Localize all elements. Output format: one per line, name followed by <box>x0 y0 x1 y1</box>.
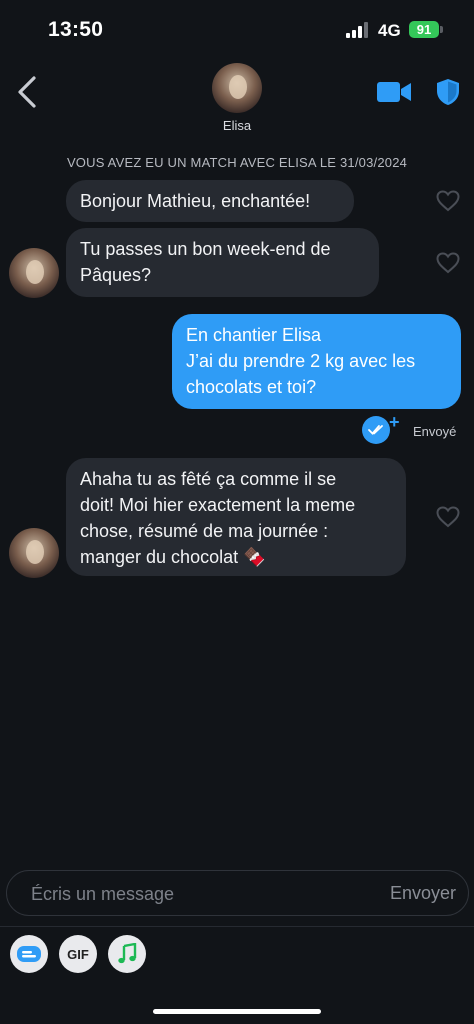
contact-avatar[interactable] <box>212 63 262 113</box>
battery-icon: 91 <box>409 21 439 38</box>
chevron-left-icon <box>18 76 36 108</box>
status-time: 13:50 <box>48 18 104 41</box>
gif-button[interactable]: GIF <box>59 935 97 973</box>
message-input[interactable] <box>29 871 363 917</box>
shield-icon <box>437 79 459 105</box>
signal-icon <box>346 22 372 38</box>
gif-label: GIF <box>67 946 89 962</box>
match-banner: VOUS AVEZ EU UN MATCH AVEC ELISA LE 31/0… <box>66 155 408 170</box>
home-indicator <box>153 1009 321 1014</box>
like-heart-icon[interactable] <box>436 190 460 212</box>
sender-avatar[interactable] <box>9 528 59 578</box>
music-button[interactable] <box>108 935 146 973</box>
delivery-status: Envoyé <box>413 424 457 439</box>
contact-name[interactable]: Elisa <box>0 118 474 133</box>
like-heart-icon[interactable] <box>436 506 460 528</box>
battery-level: 91 <box>416 22 432 37</box>
plus-icon: + <box>389 412 400 432</box>
like-heart-icon[interactable] <box>436 252 460 274</box>
battery-tip <box>440 26 443 33</box>
send-button[interactable]: Envoyer <box>390 883 456 904</box>
back-button[interactable] <box>14 74 44 110</box>
message-bubble-outgoing[interactable]: En chantier Elisa J’ai du prendre 2 kg a… <box>172 314 461 409</box>
video-call-button[interactable] <box>376 80 412 104</box>
message-composer: Envoyer <box>6 870 469 917</box>
network-label: 4G <box>378 21 401 40</box>
video-camera-icon <box>377 82 411 102</box>
safety-button[interactable] <box>436 78 460 106</box>
message-bubble-incoming[interactable]: Ahaha tu as fêté ça comme il se doit! Mo… <box>66 458 406 576</box>
music-note-icon <box>118 943 137 964</box>
id-card-icon <box>17 946 41 962</box>
sticker-button[interactable] <box>10 935 48 973</box>
message-bubble-incoming[interactable]: Tu passes un bon week-end de Pâques? <box>66 228 379 297</box>
divider <box>0 926 474 927</box>
read-receipt-icon <box>362 416 390 444</box>
message-bubble-incoming[interactable]: Bonjour Mathieu, enchantée! <box>66 180 354 222</box>
sender-avatar[interactable] <box>9 248 59 298</box>
